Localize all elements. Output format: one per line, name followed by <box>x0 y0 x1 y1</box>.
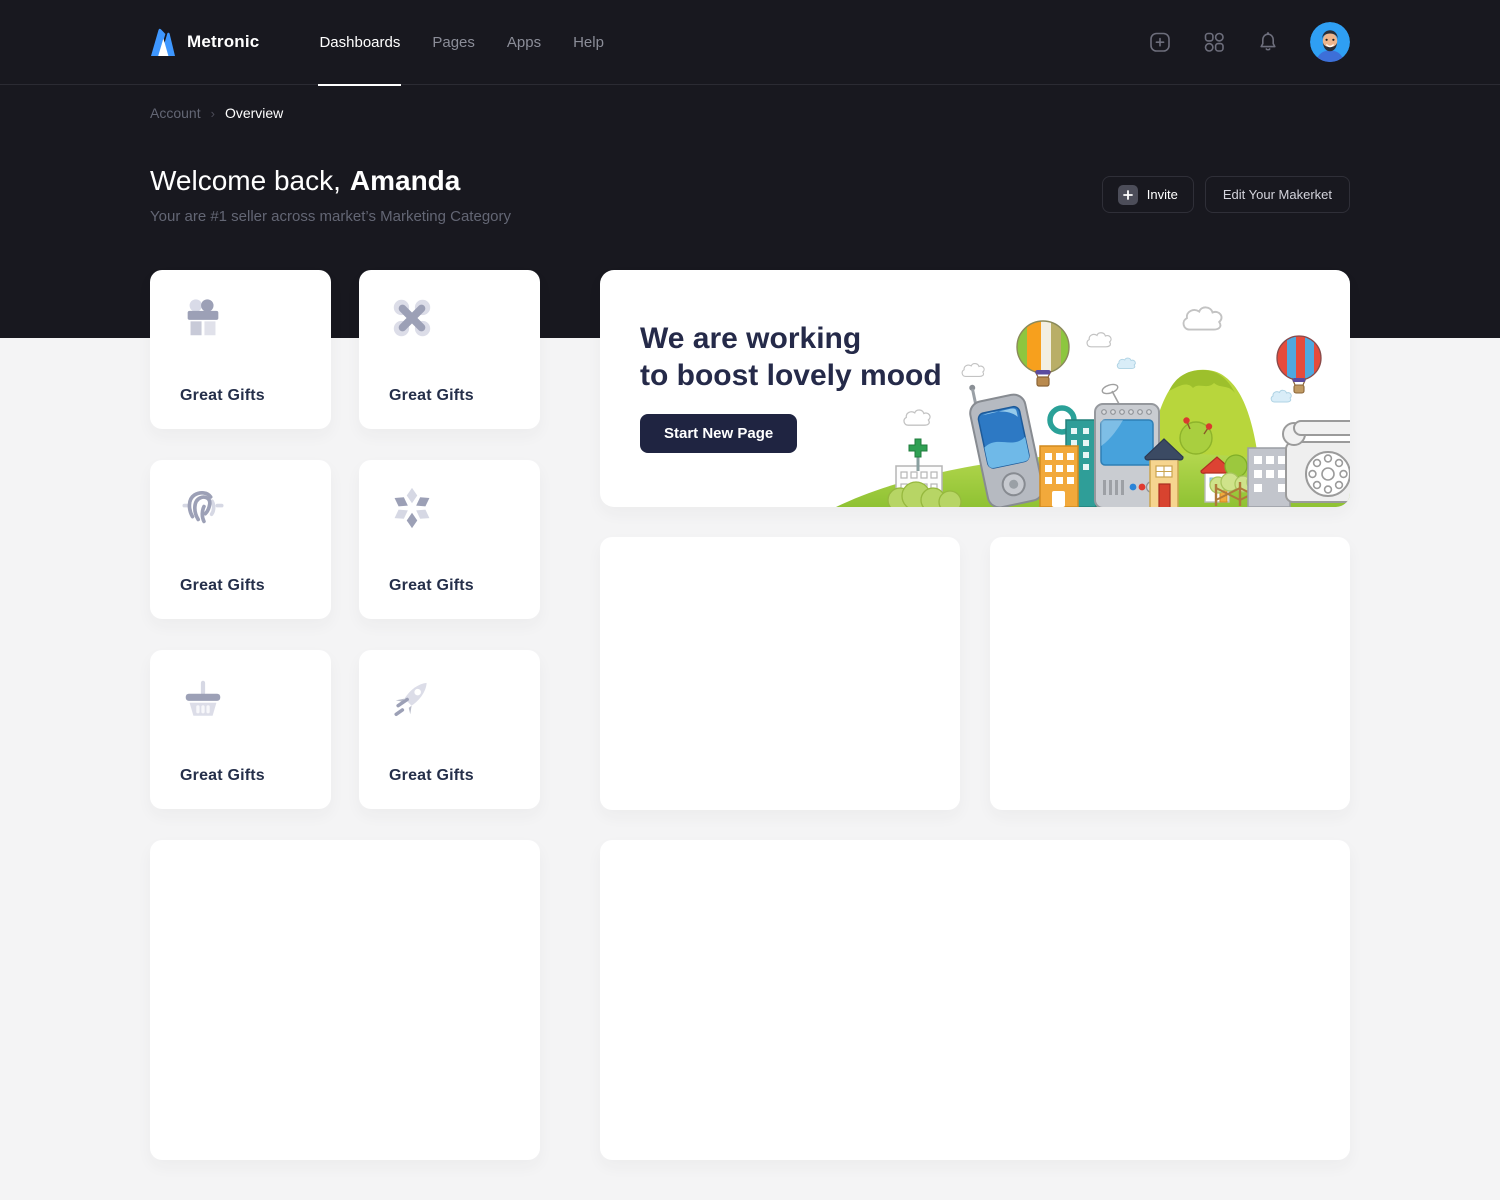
balloon-red-icon <box>1277 336 1321 393</box>
banner-title: We are working to boost lovely mood <box>640 320 942 394</box>
bell-icon[interactable] <box>1256 30 1280 54</box>
breadcrumb: Account › Overview <box>150 105 1350 121</box>
user-avatar[interactable] <box>1310 22 1350 62</box>
gift-card-label: Great Gifts <box>180 577 301 595</box>
main-nav: Dashboards Pages Apps Help <box>319 0 604 85</box>
hero-actions: Invite Edit Your Makerket <box>1102 176 1350 225</box>
gift-card-grid: Great Gifts Great Gifts <box>150 270 540 1160</box>
greeting-name: Amanda <box>350 165 460 197</box>
gift-card-5[interactable]: Great Gifts <box>150 650 331 809</box>
nav-item-help[interactable]: Help <box>573 0 604 85</box>
gift-card-label: Great Gifts <box>180 767 301 785</box>
empty-panel-wide <box>600 840 1350 1160</box>
banner-title-line1: We are working <box>640 320 942 357</box>
mid-card-row <box>600 537 1350 810</box>
empty-panel-right <box>990 537 1350 810</box>
invite-button[interactable]: Invite <box>1102 176 1194 213</box>
balloon-orange-icon <box>1017 321 1069 386</box>
edit-market-label: Edit Your Makerket <box>1223 187 1332 202</box>
pinwheel-icon <box>389 485 435 531</box>
basket-icon <box>180 675 226 721</box>
brand-logo[interactable]: Metronic <box>150 27 259 57</box>
drone-cross-icon <box>389 295 435 341</box>
welcome-block: Welcome back, Amanda Your are #1 seller … <box>150 165 511 225</box>
avatar-image <box>1310 22 1350 62</box>
start-new-page-button[interactable]: Start New Page <box>640 414 797 453</box>
rotary-phone-illustration <box>1283 421 1350 502</box>
nav-item-apps[interactable]: Apps <box>507 0 541 85</box>
gift-card-label: Great Gifts <box>389 767 510 785</box>
orange-building <box>1040 446 1078 507</box>
nav-item-pages[interactable]: Pages <box>432 0 475 85</box>
gift-card-2[interactable]: Great Gifts <box>359 270 540 429</box>
top-bar: Metronic Dashboards Pages Apps Help <box>0 0 1500 85</box>
gift-card-label: Great Gifts <box>180 387 301 405</box>
invite-label: Invite <box>1147 187 1178 202</box>
edit-market-button[interactable]: Edit Your Makerket <box>1205 176 1350 213</box>
page-title: Welcome back, Amanda <box>150 165 511 197</box>
page-subtitle: Your are #1 seller across market’s Marke… <box>150 208 511 225</box>
gift-card-4[interactable]: Great Gifts <box>359 460 540 619</box>
main-content: Great Gifts Great Gifts <box>150 270 1350 1160</box>
right-column: We are working to boost lovely mood Star… <box>600 270 1350 1160</box>
add-square-icon[interactable] <box>1148 30 1172 54</box>
metronic-logo-icon <box>150 27 176 57</box>
apps-grid-icon[interactable] <box>1202 30 1226 54</box>
plus-icon <box>1118 185 1138 205</box>
gift-card-1[interactable]: Great Gifts <box>150 270 331 429</box>
gift-card-label: Great Gifts <box>389 387 510 405</box>
breadcrumb-overview: Overview <box>225 105 283 121</box>
breadcrumb-account[interactable]: Account <box>150 105 201 121</box>
greeting-prefix: Welcome back, <box>150 165 341 197</box>
nav-item-dashboards[interactable]: Dashboards <box>319 0 400 85</box>
topbar-actions <box>1148 22 1350 62</box>
gift-card-3[interactable]: Great Gifts <box>150 460 331 619</box>
gift-card-6[interactable]: Great Gifts <box>359 650 540 809</box>
empty-panel-left <box>600 537 960 810</box>
promo-banner: We are working to boost lovely mood Star… <box>600 270 1350 507</box>
gift-icon <box>180 295 226 341</box>
breadcrumb-chevron-icon: › <box>211 106 215 121</box>
brand-name: Metronic <box>187 32 259 52</box>
gray-building <box>1248 448 1290 507</box>
rocket-icon <box>389 675 435 721</box>
banner-title-line2: to boost lovely mood <box>640 357 942 394</box>
empty-panel-tall <box>150 840 540 1160</box>
fingerprint-icon <box>180 485 226 531</box>
gift-card-label: Great Gifts <box>389 577 510 595</box>
